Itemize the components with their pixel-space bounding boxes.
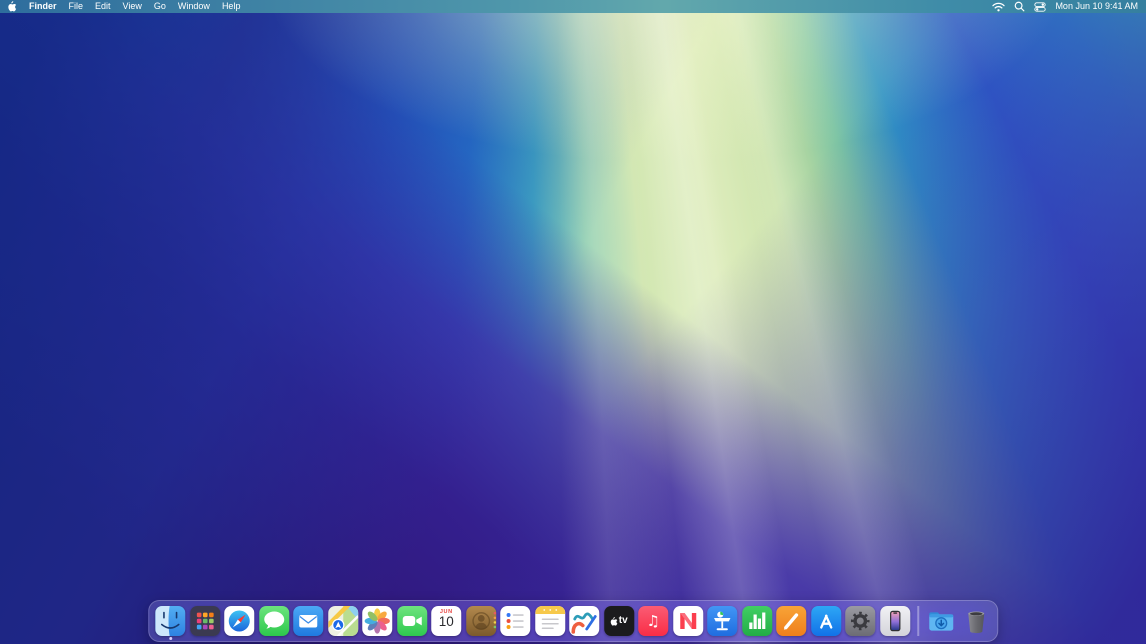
dock-item-finder[interactable] <box>155 606 185 636</box>
facetime-icon <box>397 606 427 636</box>
menu-item-view[interactable]: View <box>123 0 142 13</box>
contacts-icon <box>466 606 496 636</box>
dock-item-mail[interactable] <box>293 606 323 636</box>
notes-icon <box>535 606 565 636</box>
menu-bar-status: Mon Jun 10 9:41 AM <box>992 0 1138 13</box>
appstore-icon <box>811 606 841 636</box>
dock-item-photos[interactable] <box>362 606 392 636</box>
dock-item-news[interactable] <box>673 606 703 636</box>
dock-item-appstore[interactable] <box>811 606 841 636</box>
dock-item-pages[interactable] <box>776 606 806 636</box>
desktop-wallpaper <box>0 0 1146 644</box>
pages-icon <box>776 606 806 636</box>
dock-item-keynote[interactable] <box>707 606 737 636</box>
calendar-day-label: 10 <box>439 615 454 629</box>
finder-icon <box>155 606 185 636</box>
finder-running-indicator <box>169 637 172 640</box>
dock: JUN 10 <box>148 600 998 642</box>
menu-bar-left: Finder File Edit View Go Window Help <box>8 0 240 13</box>
dock-item-freeform[interactable] <box>569 606 599 636</box>
safari-icon <box>224 606 254 636</box>
menu-item-finder[interactable]: Finder <box>29 0 57 13</box>
desktop: Finder File Edit View Go Window Help <box>0 0 1146 644</box>
settings-gear-icon <box>845 606 875 636</box>
dock-item-contacts[interactable] <box>466 606 496 636</box>
menu-item-file[interactable]: File <box>69 0 84 13</box>
freeform-icon <box>569 606 599 636</box>
dock-item-maps[interactable] <box>328 606 358 636</box>
dock-item-music[interactable]: ♫ <box>638 606 668 636</box>
menu-item-window[interactable]: Window <box>178 0 210 13</box>
dock-item-numbers[interactable] <box>742 606 772 636</box>
mail-icon <box>293 606 323 636</box>
dock-item-notes[interactable] <box>535 606 565 636</box>
apple-logo-icon <box>8 1 17 12</box>
dock-item-trash[interactable] <box>961 606 991 636</box>
apple-menu[interactable] <box>8 1 17 12</box>
messages-icon <box>259 606 289 636</box>
dock-item-tv[interactable]: tv <box>604 606 634 636</box>
iphone-mirroring-icon <box>880 606 910 636</box>
downloads-folder-icon <box>926 606 956 636</box>
music-note-icon: ♫ <box>647 614 660 629</box>
wifi-icon[interactable] <box>992 2 1005 12</box>
menu-item-help[interactable]: Help <box>222 0 241 13</box>
reminders-icon <box>500 606 530 636</box>
tv-label: tv <box>619 616 628 626</box>
dock-divider <box>917 606 919 636</box>
control-center-icon[interactable] <box>1034 2 1046 12</box>
search-icon[interactable] <box>1014 1 1025 12</box>
maps-icon <box>328 606 358 636</box>
dock-item-messages[interactable] <box>259 606 289 636</box>
dock-item-reminders[interactable] <box>500 606 530 636</box>
menu-bar-clock[interactable]: Mon Jun 10 9:41 AM <box>1055 0 1138 13</box>
trash-icon <box>961 606 991 636</box>
dock-item-calendar[interactable]: JUN 10 <box>431 606 461 636</box>
dock-item-launchpad[interactable] <box>190 606 220 636</box>
dock-item-facetime[interactable] <box>397 606 427 636</box>
launchpad-icon <box>190 606 220 636</box>
news-icon <box>673 606 703 636</box>
numbers-icon <box>742 606 772 636</box>
menu-item-go[interactable]: Go <box>154 0 166 13</box>
dock-item-safari[interactable] <box>224 606 254 636</box>
dock-item-downloads[interactable] <box>926 606 956 636</box>
menu-item-edit[interactable]: Edit <box>95 0 111 13</box>
photos-icon <box>362 606 392 636</box>
dock-item-iphone-mirroring[interactable] <box>880 606 910 636</box>
menu-bar: Finder File Edit View Go Window Help <box>0 0 1146 13</box>
keynote-icon <box>707 606 737 636</box>
tv-apple-glyph <box>610 617 618 626</box>
dock-item-settings[interactable] <box>845 606 875 636</box>
